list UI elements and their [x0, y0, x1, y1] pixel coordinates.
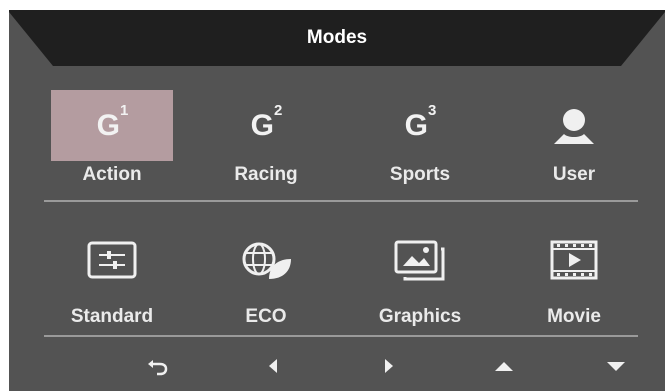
- mode-movie-label: Movie: [547, 306, 601, 327]
- row-divider-1: [44, 200, 638, 202]
- up-arrow-icon[interactable]: [489, 350, 519, 382]
- osd-menu: Modes G1 Action G2 Racing G3 Sports User: [9, 10, 665, 391]
- film-icon: [513, 228, 635, 292]
- mode-sports-label: Sports: [389, 164, 451, 185]
- right-arrow-icon[interactable]: [374, 350, 404, 382]
- left-arrow-icon[interactable]: [258, 350, 288, 382]
- mode-action-label: Action: [82, 164, 142, 185]
- g2-icon: G2: [250, 101, 283, 142]
- return-icon[interactable]: [142, 350, 172, 382]
- mode-graphics-label: Graphics: [378, 306, 462, 327]
- mode-racing-label: Racing: [234, 164, 298, 185]
- graphics-icon: [359, 228, 481, 292]
- menu-title: Modes: [306, 27, 368, 48]
- globe-leaf-icon: [205, 228, 327, 292]
- row-divider-2: [44, 335, 638, 337]
- mode-eco-label: ECO: [245, 306, 287, 327]
- title-bar: Modes: [9, 10, 665, 66]
- mode-standard-label: Standard: [70, 306, 154, 327]
- g3-icon: G3: [404, 101, 437, 142]
- down-arrow-icon[interactable]: [601, 350, 631, 382]
- g1-icon: G1: [51, 90, 173, 161]
- sliders-icon: [51, 228, 173, 292]
- user-icon: [513, 90, 635, 161]
- mode-user-label: User: [552, 164, 596, 185]
